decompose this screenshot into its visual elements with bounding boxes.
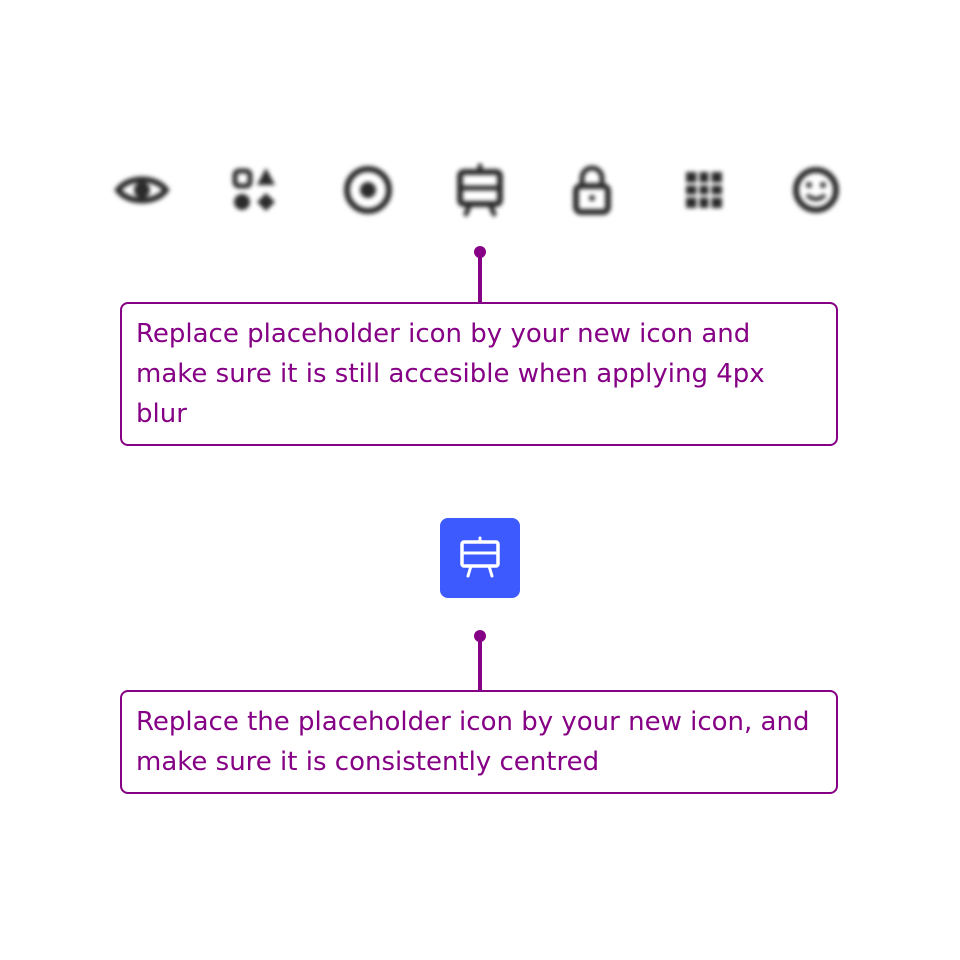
blur-note: Replace placeholder icon by your new ico… [120, 302, 838, 446]
lock-icon [560, 158, 624, 222]
centred-note-text: Replace the placeholder icon by your new… [136, 707, 810, 777]
easel-icon [460, 536, 500, 578]
easel-icon [448, 158, 512, 222]
blur-note-connector [473, 246, 487, 304]
eye-icon [110, 158, 174, 222]
centred-note: Replace the placeholder icon by your new… [120, 690, 838, 794]
radio-button-icon [336, 158, 400, 222]
icon-preview-tile [440, 518, 520, 598]
centred-note-connector [473, 630, 487, 692]
blur-note-text: Replace placeholder icon by your new ico… [136, 319, 765, 429]
smiley-icon [784, 158, 848, 222]
blurred-icon-row [110, 158, 850, 222]
connector-line [478, 636, 482, 692]
grid-icon [672, 158, 736, 222]
shapes-icon [222, 158, 286, 222]
connector-line [478, 252, 482, 304]
